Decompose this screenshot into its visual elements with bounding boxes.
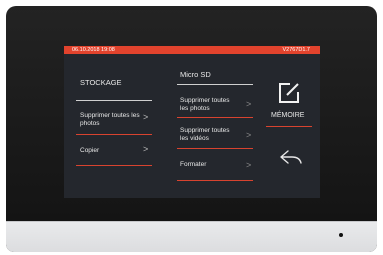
chevron-right-icon: > [246,160,252,170]
memory-label: MÉMOIRE [271,112,305,119]
microsd-title: Micro SD [180,70,211,79]
chevron-right-icon: > [246,99,252,109]
screen: 06.10.2018 19:08 V2767D1.7 STOCKAGE Supp… [64,46,320,198]
chevron-right-icon: > [143,112,149,122]
left-item-divider [76,165,152,166]
storage-title: STOCKAGE [80,78,122,87]
status-bar: 06.10.2018 19:08 V2767D1.7 [64,46,320,54]
edit-square-icon [279,83,299,103]
left-item-divider [76,134,152,135]
middle-item-divider [177,117,253,118]
storage-title-divider [76,100,152,101]
device-bottom-bezel [6,221,377,252]
chevron-right-icon: > [246,130,252,140]
status-datetime: 06.10.2018 19:08 [72,47,115,53]
left-item-copy-label: Copier [80,147,100,154]
middle-item-delete-videos-label: Supprimer toutes les vidéos [180,127,230,142]
memory-divider [266,126,312,127]
indicator-led [339,233,343,237]
status-version: V2767D1.7 [282,47,310,53]
microsd-title-divider [177,84,253,85]
left-item-delete-photos-label: Supprimer toutes les photos [80,112,140,127]
middle-item-divider [177,148,253,149]
middle-item-divider [177,180,253,181]
middle-item-delete-photos-label: Supprimer toutes les photos [180,97,230,112]
chevron-right-icon: > [143,144,149,154]
back-arrow-icon[interactable] [280,150,302,164]
middle-item-format-label: Formater [180,161,207,168]
intercom-device: 06.10.2018 19:08 V2767D1.7 STOCKAGE Supp… [6,6,377,252]
